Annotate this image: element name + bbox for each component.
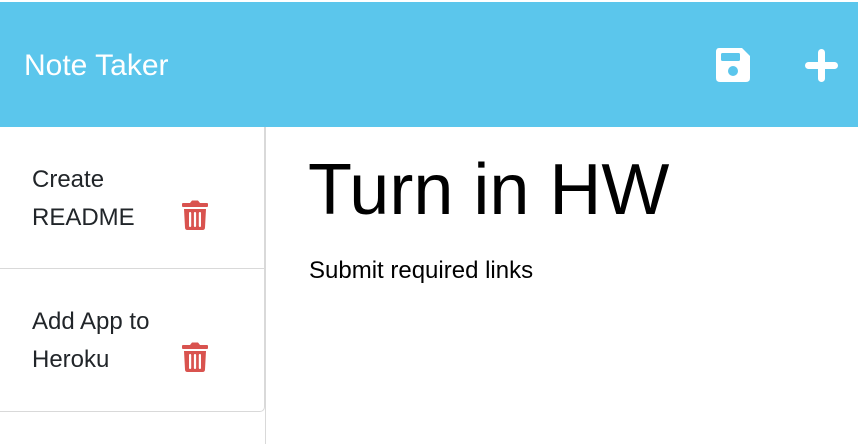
note-text-display[interactable]: Submit required links: [309, 253, 533, 289]
navbar: Note Taker: [0, 2, 858, 127]
note-list-item[interactable]: Add App to Heroku: [0, 269, 264, 411]
note-editor: Turn in HW Submit required links: [267, 127, 858, 444]
save-icon[interactable]: [715, 47, 751, 83]
note-list-item[interactable]: Create README: [0, 127, 264, 269]
note-title-display[interactable]: Turn in HW: [308, 147, 669, 233]
trash-icon[interactable]: [182, 342, 208, 372]
note-list-item-title[interactable]: Add App to Heroku: [32, 303, 172, 379]
app-title[interactable]: Note Taker: [24, 48, 169, 84]
plus-icon[interactable]: [804, 48, 839, 83]
note-list: Create README Add App to Heroku: [0, 127, 265, 412]
note-list-item-title[interactable]: Create README: [32, 161, 172, 237]
trash-icon[interactable]: [182, 200, 208, 230]
sidebar: Create README Add App to Heroku: [0, 127, 266, 444]
